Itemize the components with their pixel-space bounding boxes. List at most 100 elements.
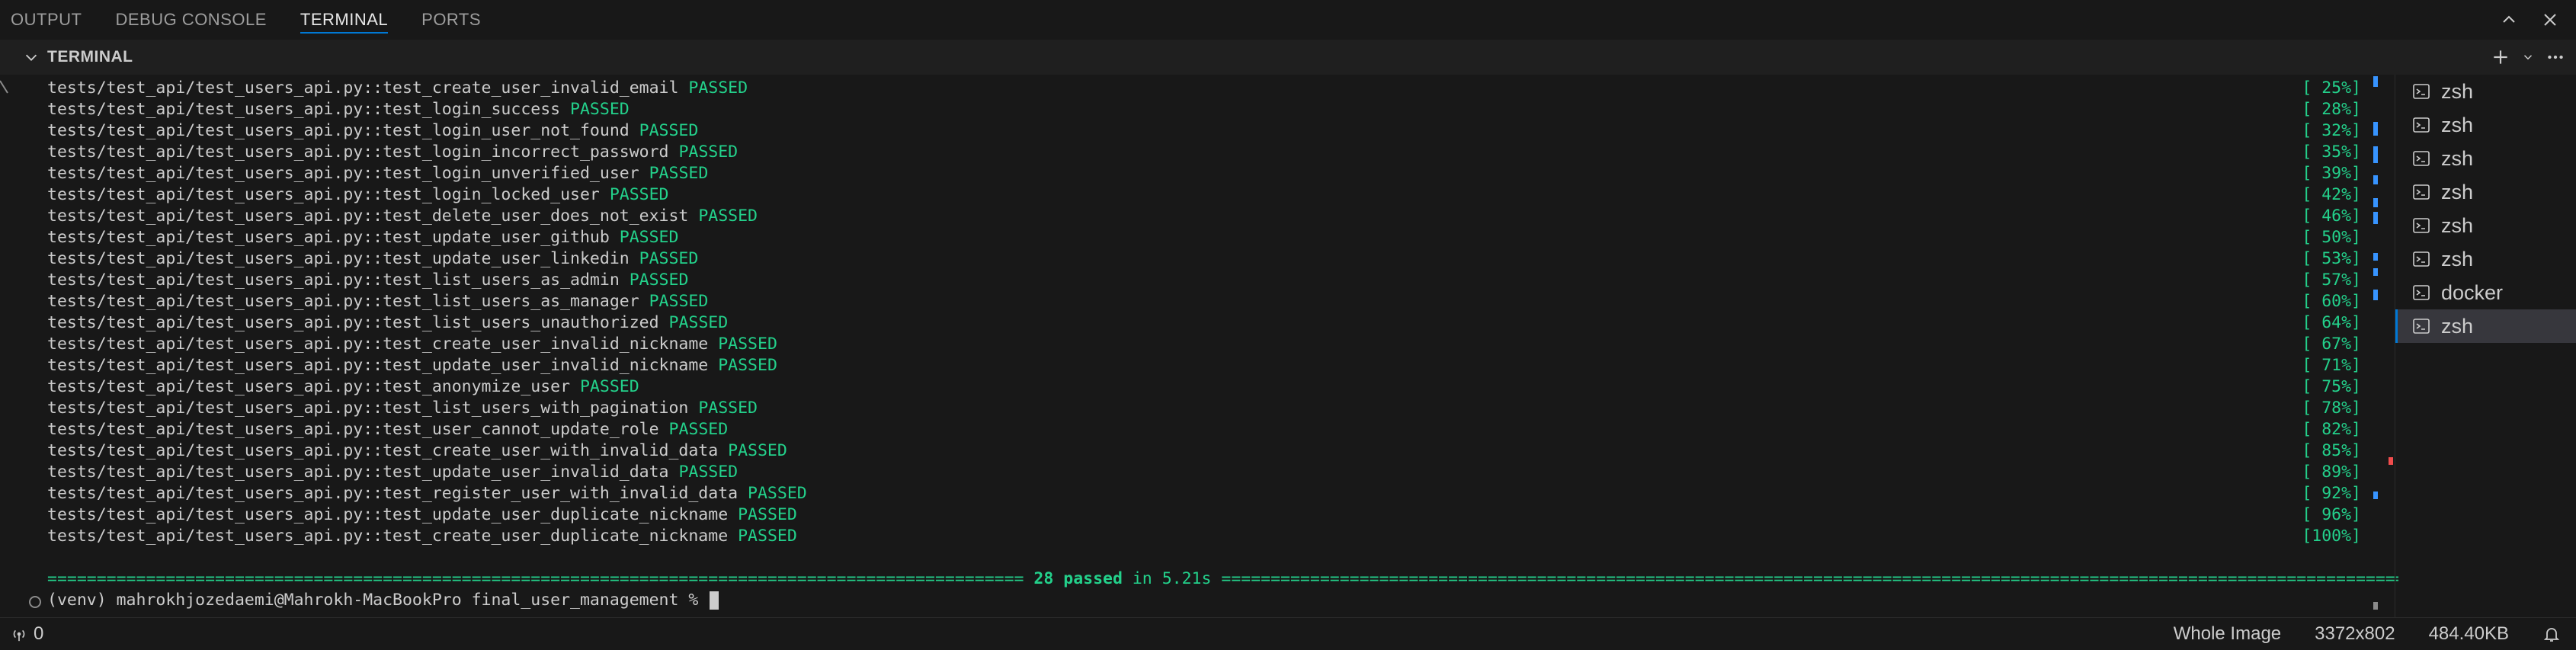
terminal-line: tests/test_api/test_users_api.py::test_l… xyxy=(47,163,708,184)
close-panel-button[interactable] xyxy=(2539,9,2561,30)
terminal-list-label: zsh xyxy=(2441,247,2474,271)
test-progress-percent: [ 53%] xyxy=(2302,249,2361,268)
summary-passed: 28 passed xyxy=(1033,569,1123,588)
test-status: PASSED xyxy=(718,356,777,375)
tab-output[interactable]: OUTPUT xyxy=(0,0,98,40)
scrollbar-marker xyxy=(2373,602,2378,610)
test-progress-percent: [100%] xyxy=(2302,527,2361,546)
test-progress-percent: [ 92%] xyxy=(2302,484,2361,503)
panel-tab-bar: OUTPUT DEBUG CONSOLE TERMINAL PORTS xyxy=(0,0,2576,40)
maximize-panel-button[interactable] xyxy=(2498,9,2520,30)
test-name: tests/test_api/test_users_api.py::test_c… xyxy=(47,441,719,460)
terminal-line: tests/test_api/test_users_api.py::test_u… xyxy=(47,419,728,440)
test-progress-percent: [ 57%] xyxy=(2302,271,2361,290)
tab-debug-console[interactable]: DEBUG CONSOLE xyxy=(98,0,283,40)
shell-prompt[interactable]: (venv) mahrokhjozedaemi@Mahrokh-MacBookP… xyxy=(47,590,719,611)
test-status: PASSED xyxy=(668,313,729,332)
test-name: tests/test_api/test_users_api.py::test_u… xyxy=(47,463,669,482)
test-progress-percent: [ 39%] xyxy=(2302,164,2361,183)
close-icon xyxy=(2544,14,2556,26)
test-name: tests/test_api/test_users_api.py::test_l… xyxy=(47,121,630,140)
new-terminal-icon[interactable] xyxy=(2491,47,2510,67)
terminal-icon xyxy=(2413,319,2430,334)
terminal-list-label: zsh xyxy=(2441,180,2474,203)
test-name: tests/test_api/test_users_api.py::test_u… xyxy=(47,249,630,268)
terminal-line: tests/test_api/test_users_api.py::test_a… xyxy=(47,376,639,398)
test-progress-percent: [ 85%] xyxy=(2302,441,2361,460)
test-status: PASSED xyxy=(678,142,739,162)
test-name: tests/test_api/test_users_api.py::test_c… xyxy=(47,78,679,98)
image-dimensions[interactable]: 3372x802 xyxy=(2315,623,2395,645)
summary-line: ========================================… xyxy=(47,568,2398,590)
terminal-list-item-zsh[interactable]: zsh xyxy=(2395,108,2576,142)
test-name: tests/test_api/test_users_api.py::test_l… xyxy=(47,292,639,311)
more-actions-icon[interactable] xyxy=(2546,47,2565,67)
scrollbar-marker xyxy=(2373,253,2378,261)
summary-time: in 5.21s xyxy=(1122,569,1222,588)
terminal-output[interactable]: tests/test_api/test_users_api.py::test_c… xyxy=(21,76,2398,611)
terminal-icon xyxy=(2413,117,2430,133)
summary-rule-left: ========================================… xyxy=(47,569,1034,588)
test-name: tests/test_api/test_users_api.py::test_l… xyxy=(47,100,561,119)
terminal-line: tests/test_api/test_users_api.py::test_u… xyxy=(47,355,777,376)
image-mode[interactable]: Whole Image xyxy=(2174,623,2281,645)
file-size[interactable]: 484.40KB xyxy=(2429,623,2509,645)
terminal-icon xyxy=(2413,84,2430,99)
test-progress-percent: [ 82%] xyxy=(2302,420,2361,439)
terminal-line: tests/test_api/test_users_api.py::test_c… xyxy=(47,526,797,547)
test-status: PASSED xyxy=(728,441,787,460)
ports-status[interactable]: 0 xyxy=(11,623,43,645)
test-progress-percent: [ 71%] xyxy=(2302,356,2361,375)
terminal-list-item-zsh[interactable]: zsh xyxy=(2395,242,2576,276)
test-progress-percent: [ 67%] xyxy=(2302,335,2361,354)
command-decoration-icon[interactable] xyxy=(29,596,41,608)
terminal-icon xyxy=(2413,218,2430,233)
terminal-line: tests/test_api/test_users_api.py::test_u… xyxy=(47,227,678,248)
test-name: tests/test_api/test_users_api.py::test_c… xyxy=(47,527,729,546)
terminal-icon xyxy=(2413,251,2430,267)
terminal-tabs-list: zsh zsh zsh zsh zsh zsh docker zsh xyxy=(2395,75,2576,617)
terminal-list-label: zsh xyxy=(2441,146,2474,170)
terminal-section-header[interactable]: TERMINAL xyxy=(0,40,2576,75)
scrollbar-marker xyxy=(2373,198,2378,207)
test-progress-percent: [ 60%] xyxy=(2302,292,2361,311)
test-name: tests/test_api/test_users_api.py::test_l… xyxy=(47,271,620,290)
terminal-line: tests/test_api/test_users_api.py::test_l… xyxy=(47,120,698,142)
terminal-line: tests/test_api/test_users_api.py::test_d… xyxy=(47,206,758,227)
test-name: tests/test_api/test_users_api.py::test_c… xyxy=(47,335,709,354)
test-status: PASSED xyxy=(629,271,689,290)
terminal-list-item-zsh[interactable]: zsh xyxy=(2395,175,2576,209)
terminal-icon xyxy=(2413,184,2430,200)
test-name: tests/test_api/test_users_api.py::test_u… xyxy=(47,420,659,439)
test-name: tests/test_api/test_users_api.py::test_l… xyxy=(47,313,659,332)
terminal-list-item-docker[interactable]: docker xyxy=(2395,276,2576,309)
terminal-list-item-zsh[interactable]: zsh xyxy=(2395,75,2576,108)
scrollbar-marker xyxy=(2373,122,2378,136)
test-progress-percent: [ 28%] xyxy=(2302,100,2361,119)
test-progress-percent: [ 32%] xyxy=(2302,121,2361,140)
test-status: PASSED xyxy=(738,527,797,546)
bell-icon[interactable] xyxy=(2542,625,2561,643)
tab-ports[interactable]: PORTS xyxy=(405,0,498,40)
terminal-line: tests/test_api/test_users_api.py::test_c… xyxy=(47,334,777,355)
test-status: PASSED xyxy=(649,292,709,311)
tab-terminal[interactable]: TERMINAL xyxy=(284,0,405,40)
terminal-list-item-zsh[interactable]: zsh xyxy=(2395,209,2576,242)
chevron-up-icon xyxy=(2503,15,2515,23)
test-status: PASSED xyxy=(609,185,669,204)
test-name: tests/test_api/test_users_api.py::test_d… xyxy=(47,207,689,226)
terminal-icon xyxy=(2413,151,2430,166)
scrollbar-marker xyxy=(2373,76,2378,87)
terminal-line: tests/test_api/test_users_api.py::test_u… xyxy=(47,462,738,483)
terminal-list-item-zsh[interactable]: zsh xyxy=(2395,142,2576,175)
terminal-line: tests/test_api/test_users_api.py::test_l… xyxy=(47,142,738,163)
scrollbar-marker xyxy=(2373,212,2378,224)
terminal-line: tests/test_api/test_users_api.py::test_r… xyxy=(47,483,807,504)
terminal-scrollbar[interactable] xyxy=(2372,76,2393,610)
terminal-icon xyxy=(2413,285,2430,300)
test-progress-percent: [ 78%] xyxy=(2302,399,2361,418)
launch-profile-chevron-icon[interactable] xyxy=(2521,50,2535,64)
terminal-list-item-zsh[interactable]: zsh xyxy=(2395,309,2576,343)
test-progress-percent: [ 42%] xyxy=(2302,185,2361,204)
status-bar: 0 Whole Image 3372x802 484.40KB xyxy=(0,617,2576,650)
